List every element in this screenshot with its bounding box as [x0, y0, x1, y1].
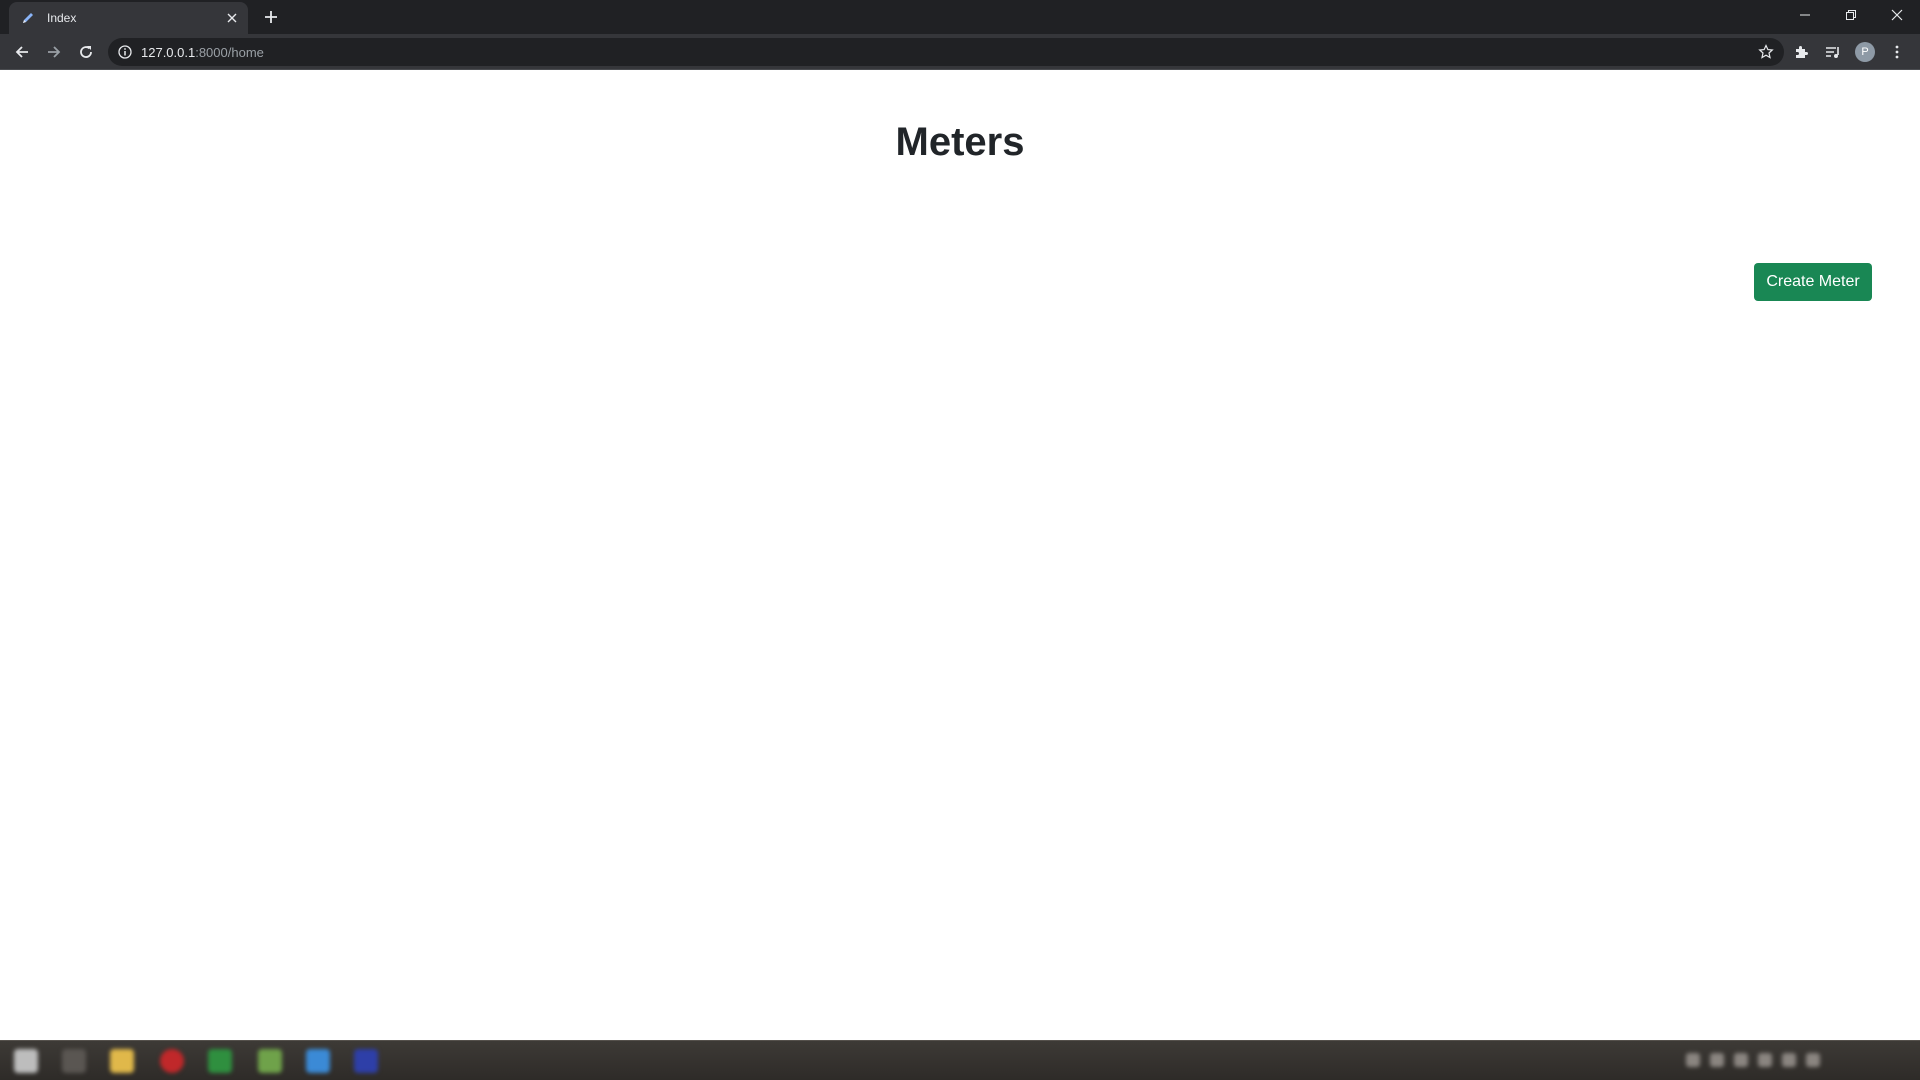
tray-icon[interactable] — [1782, 1053, 1796, 1067]
plus-icon — [265, 11, 277, 23]
tray-icon[interactable] — [1710, 1053, 1724, 1067]
new-tab-button[interactable] — [260, 6, 282, 28]
url-path: :8000/home — [195, 44, 264, 60]
minimize-button[interactable] — [1782, 0, 1828, 30]
taskbar-app-icon[interactable] — [208, 1049, 232, 1073]
minimize-icon — [1800, 14, 1810, 16]
page-title: Meters — [895, 120, 1025, 164]
pencil-icon — [20, 10, 36, 26]
page-content: Meters Create Meter — [0, 70, 1920, 1040]
tray-icon[interactable] — [1686, 1053, 1700, 1067]
taskbar-app-icon[interactable] — [306, 1049, 330, 1073]
media-queue-icon — [1826, 47, 1839, 58]
extensions-button[interactable] — [1787, 38, 1815, 66]
reload-button[interactable] — [72, 38, 100, 66]
media-queue-button[interactable] — [1819, 38, 1847, 66]
taskbar-app-icon[interactable] — [160, 1049, 184, 1073]
tray-icon[interactable] — [1758, 1053, 1772, 1067]
restore-button[interactable] — [1828, 0, 1874, 30]
forward-button[interactable] — [40, 38, 68, 66]
puzzle-icon — [1796, 46, 1808, 58]
browser-tab[interactable]: Index — [9, 2, 248, 34]
system-tray[interactable] — [1676, 1053, 1906, 1069]
restore-icon — [1846, 10, 1856, 20]
url-host: 127.0.0.1 — [141, 44, 196, 60]
os-taskbar — [0, 1040, 1920, 1080]
file-explorer-icon[interactable] — [110, 1049, 134, 1073]
tray-icon[interactable] — [1734, 1053, 1748, 1067]
avatar: P — [1855, 42, 1875, 62]
close-tab-icon[interactable] — [224, 10, 240, 26]
arrow-left-icon — [15, 46, 28, 58]
profile-button[interactable]: P — [1851, 38, 1879, 66]
kebab-menu-icon — [1895, 45, 1899, 59]
start-icon[interactable] — [14, 1049, 38, 1073]
create-meter-button[interactable]: Create Meter — [1754, 263, 1872, 301]
address-bar[interactable]: 127.0.0.1:8000/home — [108, 38, 1784, 66]
chrome-icon[interactable] — [258, 1049, 282, 1073]
browser-tab-strip: Index — [0, 0, 1920, 34]
browser-menu-button[interactable] — [1883, 38, 1911, 66]
tab-title: Index — [47, 11, 77, 25]
reload-icon — [80, 46, 92, 58]
info-icon[interactable] — [118, 45, 132, 59]
star-icon[interactable] — [1758, 44, 1774, 60]
taskbar-app-icon[interactable] — [354, 1049, 378, 1073]
window-controls — [1782, 0, 1920, 30]
browser-toolbar: 127.0.0.1:8000/home P — [0, 34, 1920, 70]
close-window-button[interactable] — [1874, 0, 1920, 30]
tray-icon[interactable] — [1806, 1053, 1820, 1067]
arrow-right-icon — [48, 46, 61, 58]
search-icon[interactable] — [62, 1049, 86, 1073]
back-button[interactable] — [8, 38, 36, 66]
close-icon — [1891, 9, 1903, 21]
